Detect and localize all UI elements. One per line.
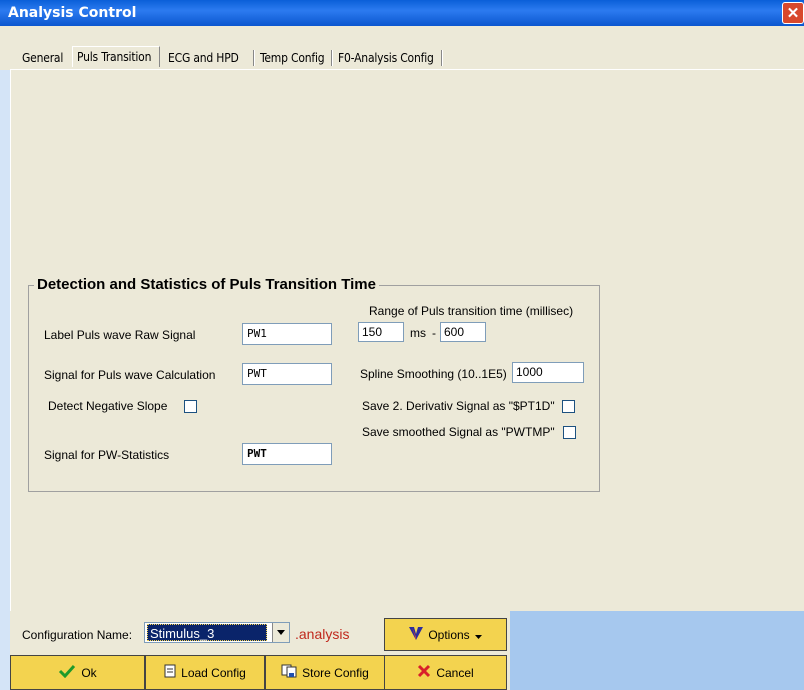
calc-signal-input[interactable]: PWT bbox=[242, 363, 332, 385]
config-name-value[interactable]: Stimulus_3 bbox=[147, 624, 267, 641]
smoothed-checkbox[interactable] bbox=[563, 426, 576, 439]
store-config-label: Store Config bbox=[302, 665, 369, 680]
config-name-label: Configuration Name: bbox=[22, 628, 133, 642]
label-range: Range of Puls transition time (millisec) bbox=[369, 304, 574, 318]
analysis-control-window: Analysis Control ✕ General Puls Transiti… bbox=[0, 0, 804, 690]
cross-icon bbox=[417, 664, 431, 681]
tab-separator bbox=[253, 50, 255, 66]
label-spline: Spline Smoothing (10..1E5) bbox=[360, 367, 507, 381]
tab-separator bbox=[441, 50, 443, 66]
tab-temp-config[interactable]: Temp Config bbox=[260, 49, 325, 67]
copy-document-icon bbox=[281, 664, 297, 681]
ok-button[interactable]: Ok bbox=[10, 655, 145, 690]
label-deriv: Save 2. Derivativ Signal as "$PT1D" bbox=[362, 399, 555, 413]
label-calc-signal: Signal for Puls wave Calculation bbox=[44, 368, 216, 382]
group-title: Detection and Statistics of Puls Transit… bbox=[34, 276, 379, 293]
label-raw-signal: Label Puls wave Raw Signal bbox=[44, 328, 196, 342]
label-stats-signal: Signal for PW-Statistics bbox=[44, 448, 170, 462]
options-v-icon bbox=[409, 626, 424, 643]
range-max-input[interactable]: 600 bbox=[440, 322, 486, 342]
deriv-checkbox[interactable] bbox=[562, 400, 575, 413]
stats-signal-input[interactable]: PWT bbox=[242, 443, 332, 465]
tab-ecg-hpd[interactable]: ECG and HPD bbox=[168, 49, 239, 67]
label-negative-slope: Detect Negative Slope bbox=[48, 399, 168, 413]
caret-down-icon bbox=[474, 628, 482, 642]
load-config-label: Load Config bbox=[181, 665, 246, 680]
load-config-button[interactable]: Load Config bbox=[145, 655, 265, 690]
options-label: Options bbox=[428, 627, 470, 642]
close-icon[interactable]: ✕ bbox=[787, 5, 800, 22]
ok-label: Ok bbox=[81, 665, 97, 680]
check-icon bbox=[58, 664, 76, 681]
bottom-right-panel bbox=[510, 611, 804, 690]
cancel-label: Cancel bbox=[436, 665, 474, 680]
spline-input[interactable]: 1000 bbox=[512, 362, 584, 383]
raw-signal-input[interactable]: PW1 bbox=[242, 323, 332, 345]
chevron-down-icon[interactable] bbox=[272, 623, 289, 642]
range-min-input[interactable]: 150 bbox=[358, 322, 404, 342]
store-config-button[interactable]: Store Config bbox=[265, 655, 385, 690]
config-suffix: .analysis bbox=[295, 626, 350, 642]
label-smoothed: Save smoothed Signal as "PWTMP" bbox=[362, 425, 555, 439]
tab-separator bbox=[331, 50, 333, 66]
config-name-combo[interactable]: Stimulus_3 bbox=[144, 622, 290, 643]
window-title: Analysis Control bbox=[8, 5, 137, 21]
range-dash-label: - bbox=[432, 326, 436, 340]
negative-slope-checkbox[interactable] bbox=[184, 400, 197, 413]
title-bar[interactable]: Analysis Control ✕ bbox=[0, 0, 804, 26]
close-button[interactable]: ✕ bbox=[782, 2, 804, 24]
document-icon bbox=[164, 664, 176, 681]
cancel-button[interactable]: Cancel bbox=[384, 655, 507, 690]
tab-general[interactable]: General bbox=[22, 49, 63, 67]
options-button[interactable]: Options bbox=[384, 618, 507, 651]
range-unit-label: ms bbox=[410, 326, 426, 340]
tab-f0-analysis[interactable]: F0-Analysis Config bbox=[338, 49, 434, 67]
tab-puls-transition[interactable]: Puls Transition bbox=[72, 46, 160, 67]
